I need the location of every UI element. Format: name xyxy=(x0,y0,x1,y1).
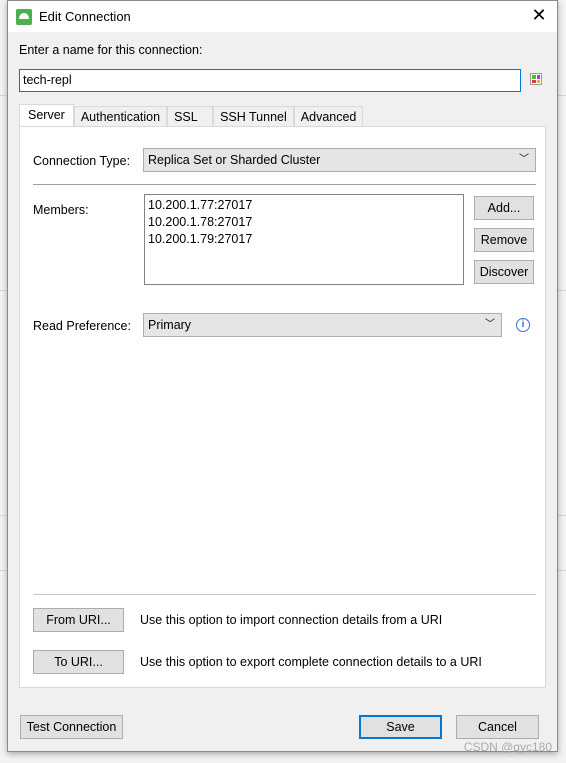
read-preference-label: Read Preference: xyxy=(33,319,131,333)
to-uri-button[interactable]: To URI... xyxy=(33,650,124,674)
chevron-down-icon: ﹀ xyxy=(519,154,529,165)
add-member-button[interactable]: Add... xyxy=(474,196,534,220)
tab-bar: Server Authentication SSL SSH Tunnel Adv… xyxy=(19,104,364,127)
connection-name-input[interactable]: tech-repl xyxy=(19,69,521,92)
save-button[interactable]: Save xyxy=(359,715,442,739)
remove-member-button[interactable]: Remove xyxy=(474,228,534,252)
list-item[interactable]: 10.200.1.77:27017 xyxy=(148,197,460,214)
to-uri-description: Use this option to export complete conne… xyxy=(140,655,482,669)
list-item[interactable]: 10.200.1.78:27017 xyxy=(148,214,460,231)
tab-authentication[interactable]: Authentication xyxy=(73,106,168,127)
name-label: Enter a name for this connection: xyxy=(19,43,203,57)
info-icon[interactable]: i xyxy=(516,318,530,332)
title-bar: Edit Connection ✕ xyxy=(8,1,557,32)
read-preference-select[interactable]: Primary ﹀ xyxy=(143,313,502,337)
read-preference-value: Primary xyxy=(148,318,192,332)
connection-type-select[interactable]: Replica Set or Sharded Cluster ﹀ xyxy=(143,148,536,172)
server-tab-panel: Connection Type: Replica Set or Sharded … xyxy=(19,126,546,688)
tab-advanced[interactable]: Advanced xyxy=(293,106,364,127)
discover-button[interactable]: Discover xyxy=(474,260,534,284)
close-icon[interactable]: ✕ xyxy=(529,5,549,26)
from-uri-description: Use this option to import connection det… xyxy=(140,613,443,627)
test-connection-button[interactable]: Test Connection xyxy=(20,715,123,739)
edit-connection-dialog: Edit Connection ✕ Enter a name for this … xyxy=(7,0,558,752)
cancel-button[interactable]: Cancel xyxy=(456,715,539,739)
list-item[interactable]: 10.200.1.79:27017 xyxy=(148,231,460,248)
dialog-title: Edit Connection xyxy=(39,9,131,24)
app-logo-icon xyxy=(16,8,32,25)
color-picker-icon[interactable] xyxy=(530,73,542,85)
connection-type-value: Replica Set or Sharded Cluster xyxy=(148,153,321,167)
members-label: Members: xyxy=(33,203,89,217)
tab-server[interactable]: Server xyxy=(19,104,74,127)
chevron-down-icon: ﹀ xyxy=(485,319,495,330)
from-uri-button[interactable]: From URI... xyxy=(33,608,124,632)
tab-ssh-tunnel[interactable]: SSH Tunnel xyxy=(213,106,294,127)
connection-type-label: Connection Type: xyxy=(33,154,131,168)
tab-ssl[interactable]: SSL xyxy=(167,106,214,127)
members-list[interactable]: 10.200.1.77:27017 10.200.1.78:27017 10.2… xyxy=(144,194,464,285)
watermark: CSDN @qyc180 xyxy=(463,740,552,754)
